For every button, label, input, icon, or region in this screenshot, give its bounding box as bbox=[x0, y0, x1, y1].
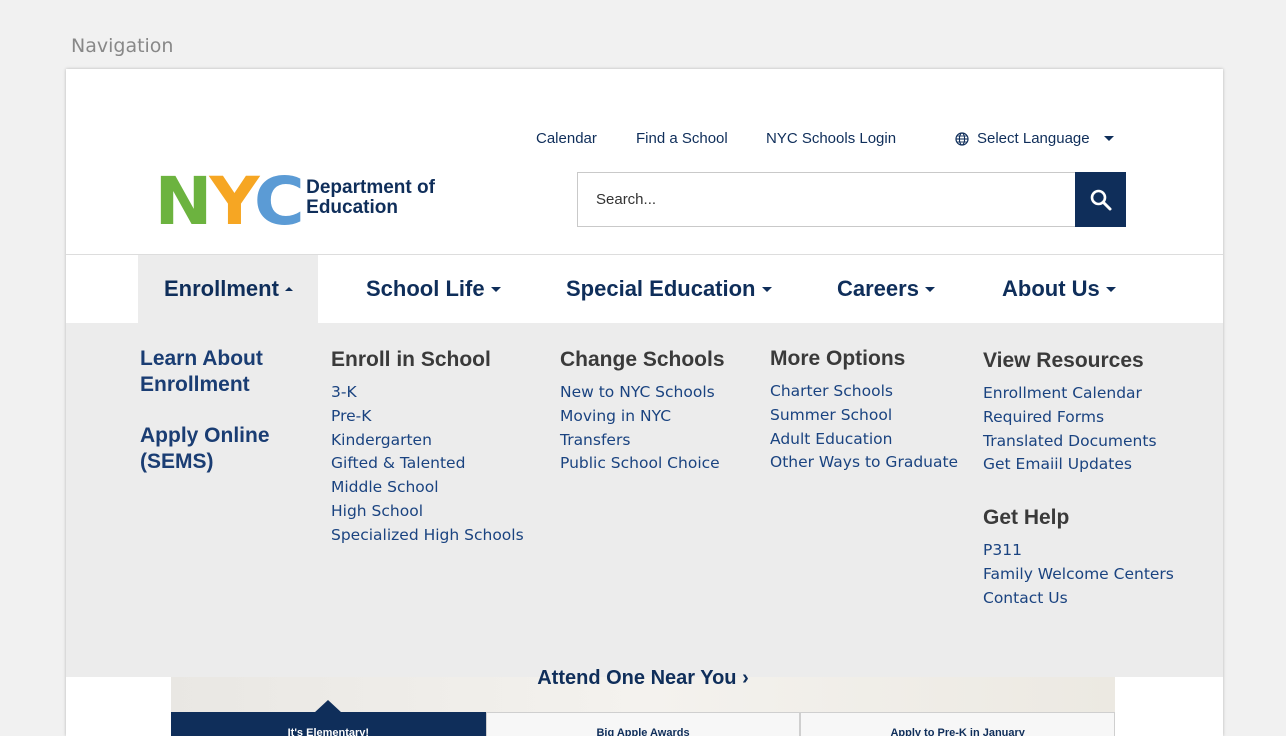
learn-about-line-1: Learn About bbox=[140, 347, 263, 370]
enroll-heading: Enroll in School bbox=[331, 348, 491, 371]
link-pre-k[interactable]: Pre-K bbox=[331, 405, 524, 429]
login-link[interactable]: NYC Schools Login bbox=[766, 130, 896, 147]
page-frame: Calendar Find a School NYC Schools Login… bbox=[66, 69, 1223, 736]
link-adult-education[interactable]: Adult Education bbox=[770, 428, 958, 452]
link-family-welcome-centers[interactable]: Family Welcome Centers bbox=[983, 563, 1174, 587]
mega-col-enroll: Enroll in School 3-K Pre-K Kindergarten … bbox=[331, 347, 524, 548]
logo-mark: NYC bbox=[154, 169, 304, 235]
link-kindergarten[interactable]: Kindergarten bbox=[331, 429, 524, 453]
search-box bbox=[577, 172, 1126, 227]
learn-about-line-2: Enrollment bbox=[140, 373, 250, 396]
nav-about-us[interactable]: About Us bbox=[1002, 255, 1116, 323]
link-transfers[interactable]: Transfers bbox=[560, 429, 725, 453]
mega-col-more: More Options Charter Schools Summer Scho… bbox=[770, 346, 958, 475]
link-charter-schools[interactable]: Charter Schools bbox=[770, 380, 958, 404]
enrollment-mega-menu: Learn About Enrollment Apply Online (SEM… bbox=[66, 323, 1223, 677]
search-input[interactable] bbox=[578, 173, 1076, 226]
tab-its-elementary[interactable]: It's Elementary! bbox=[171, 700, 486, 736]
nyc-doe-logo[interactable]: NYC Department of Education bbox=[154, 169, 435, 235]
link-new-to-nyc[interactable]: New to NYC Schools bbox=[560, 381, 725, 405]
link-high-school[interactable]: High School bbox=[331, 500, 524, 524]
logo-line-2: Education bbox=[306, 197, 398, 218]
logo-letter-c: C bbox=[253, 163, 305, 240]
language-label: Select Language bbox=[977, 130, 1090, 147]
hero-banner-partial: Attend One Near You › bbox=[171, 667, 1115, 713]
nav-careers[interactable]: Careers bbox=[837, 255, 935, 323]
chevron-down-icon bbox=[924, 286, 935, 292]
nav-special-education[interactable]: Special Education bbox=[566, 255, 772, 323]
nav-careers-label: Careers bbox=[837, 276, 919, 301]
logo-line-1: Department of bbox=[306, 177, 435, 198]
mega-col-change: Change Schools New to NYC Schools Moving… bbox=[560, 347, 725, 476]
hero-link[interactable]: Attend One Near You › bbox=[171, 667, 1115, 690]
change-heading: Change Schools bbox=[560, 348, 725, 371]
chevron-down-icon bbox=[1103, 136, 1114, 141]
logo-letter-y: Y bbox=[209, 163, 257, 240]
link-summer-school[interactable]: Summer School bbox=[770, 404, 958, 428]
link-middle-school[interactable]: Middle School bbox=[331, 476, 524, 500]
more-heading: More Options bbox=[770, 347, 906, 370]
mega-col-primary: Learn About Enrollment Apply Online (SEM… bbox=[140, 346, 270, 475]
link-moving-in-nyc[interactable]: Moving in NYC bbox=[560, 405, 725, 429]
link-other-ways-to-graduate[interactable]: Other Ways to Graduate bbox=[770, 451, 958, 475]
main-nav: Enrollment School Life Special Education… bbox=[66, 255, 1223, 323]
frame-label: Navigation bbox=[71, 35, 174, 57]
nav-about-us-label: About Us bbox=[1002, 276, 1100, 301]
tab-apply-pre-k[interactable]: Apply to Pre-K in January bbox=[800, 712, 1116, 736]
link-public-school-choice[interactable]: Public School Choice bbox=[560, 452, 725, 476]
link-contact-us[interactable]: Contact Us bbox=[983, 587, 1174, 611]
apply-online-line-2: (SEMS) bbox=[140, 450, 214, 473]
language-selector[interactable]: Select Language bbox=[955, 130, 1114, 147]
mega-col-resources: View Resources Enrollment Calendar Requi… bbox=[983, 348, 1174, 611]
link-required-forms[interactable]: Required Forms bbox=[983, 406, 1174, 430]
nav-special-education-label: Special Education bbox=[566, 276, 756, 301]
link-3k[interactable]: 3-K bbox=[331, 381, 524, 405]
resources-heading: View Resources bbox=[983, 349, 1144, 372]
link-specialized-high-schools[interactable]: Specialized High Schools bbox=[331, 524, 524, 548]
apply-online-line-1: Apply Online bbox=[140, 424, 270, 447]
link-email-updates[interactable]: Get Emaiil Updates bbox=[983, 453, 1174, 477]
search-button[interactable] bbox=[1075, 172, 1126, 227]
nav-school-life[interactable]: School Life bbox=[366, 255, 501, 323]
nav-school-life-label: School Life bbox=[366, 276, 485, 301]
tab-big-apple-awards[interactable]: Big Apple Awards bbox=[485, 712, 801, 736]
link-translated-documents[interactable]: Translated Documents bbox=[983, 430, 1174, 454]
link-gifted-talented[interactable]: Gifted & Talented bbox=[331, 452, 524, 476]
chevron-up-icon bbox=[284, 287, 293, 291]
nav-enrollment-label: Enrollment bbox=[164, 276, 279, 301]
search-icon bbox=[1090, 189, 1111, 210]
chevron-down-icon bbox=[490, 286, 501, 292]
find-school-link[interactable]: Find a School bbox=[636, 130, 728, 147]
apply-online-link[interactable]: Apply Online (SEMS) bbox=[140, 423, 270, 475]
nav-enrollment[interactable]: Enrollment bbox=[138, 255, 318, 323]
learn-about-enrollment-link[interactable]: Learn About Enrollment bbox=[140, 346, 270, 398]
link-enrollment-calendar[interactable]: Enrollment Calendar bbox=[983, 382, 1174, 406]
logo-text: Department of Education bbox=[306, 178, 435, 218]
link-p311[interactable]: P311 bbox=[983, 539, 1174, 563]
help-heading: Get Help bbox=[983, 506, 1070, 530]
chevron-down-icon bbox=[1105, 286, 1116, 292]
feature-tabs: It's Elementary! Big Apple Awards Apply … bbox=[171, 700, 1116, 736]
chevron-down-icon bbox=[761, 286, 772, 292]
logo-letter-n: N bbox=[154, 163, 212, 240]
globe-icon bbox=[955, 131, 969, 146]
calendar-link[interactable]: Calendar bbox=[536, 130, 597, 147]
